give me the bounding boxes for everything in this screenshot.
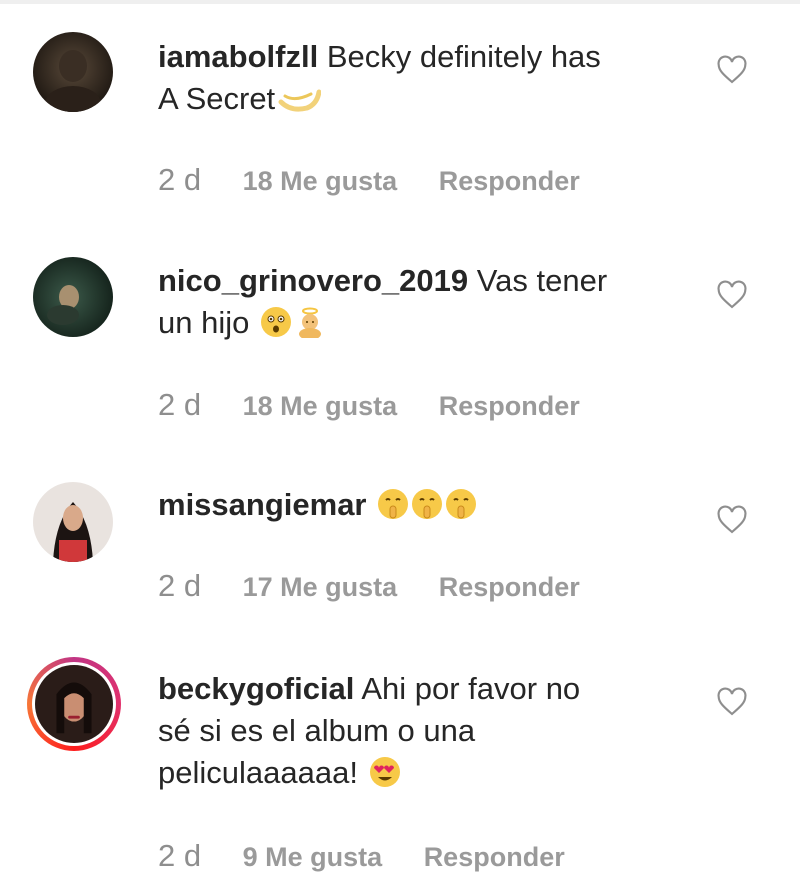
- shushing-face-emoji: [445, 488, 477, 520]
- comment-text: Ahi por favor no: [361, 671, 581, 706]
- comment-body: missangiemar: [158, 484, 678, 526]
- shushing-face-emoji: [377, 488, 409, 520]
- comment-likes[interactable]: 9 Me gusta: [243, 842, 383, 873]
- top-divider: [0, 0, 800, 4]
- baby-angel-emoji: [294, 306, 326, 338]
- astonished-face-emoji: [260, 306, 292, 338]
- comment-likes[interactable]: 18 Me gusta: [243, 391, 398, 422]
- comment-text: Vas tener: [476, 263, 608, 298]
- comment-meta: 2 d 17 Me gusta Responder: [158, 568, 614, 604]
- heart-eyes-face-emoji: [369, 756, 401, 788]
- reply-button[interactable]: Responder: [439, 166, 580, 197]
- comment-text: peliculaaaaaa!: [158, 755, 358, 790]
- comment-text: A Secret: [158, 81, 276, 116]
- comment-time: 2 d: [158, 162, 202, 197]
- like-heart-icon[interactable]: [716, 55, 748, 85]
- shushing-face-emoji: [411, 488, 443, 520]
- like-heart-icon[interactable]: [716, 505, 748, 535]
- comment-text: Becky definitely has: [326, 39, 601, 74]
- reply-button[interactable]: Responder: [439, 391, 580, 422]
- comment-body: iamabolfzll Becky definitely has A Secre…: [158, 36, 678, 120]
- comment-likes[interactable]: 18 Me gusta: [243, 166, 398, 197]
- comment-time: 2 d: [158, 568, 202, 603]
- avatar[interactable]: [33, 482, 113, 562]
- waving-hand-emoji: [277, 82, 322, 114]
- comment-username[interactable]: nico_grinovero_2019: [158, 263, 468, 298]
- avatar-story-ring[interactable]: [27, 657, 121, 751]
- comment-body: beckygoficial Ahi por favor no sé si es …: [158, 668, 678, 794]
- like-heart-icon[interactable]: [716, 687, 748, 717]
- avatar[interactable]: [33, 257, 113, 337]
- comment-text: sé si es el album o una: [158, 713, 476, 748]
- comment-body: nico_grinovero_2019 Vas tener un hijo: [158, 260, 678, 344]
- comment-meta: 2 d 18 Me gusta Responder: [158, 162, 614, 198]
- avatar: [32, 662, 116, 746]
- avatar[interactable]: [33, 32, 113, 112]
- reply-button[interactable]: Responder: [424, 842, 565, 873]
- comment-meta: 2 d 18 Me gusta Responder: [158, 387, 614, 423]
- comment-likes[interactable]: 17 Me gusta: [243, 572, 398, 603]
- comment-username[interactable]: iamabolfzll: [158, 39, 318, 74]
- comment-meta: 2 d 9 Me gusta Responder: [158, 838, 599, 874]
- comment-username[interactable]: beckygoficial: [158, 671, 354, 706]
- like-heart-icon[interactable]: [716, 280, 748, 310]
- comment-time: 2 d: [158, 387, 202, 422]
- comment-username[interactable]: missangiemar: [158, 487, 367, 522]
- comment-text: un hijo: [158, 305, 250, 340]
- comment-time: 2 d: [158, 838, 202, 873]
- reply-button[interactable]: Responder: [439, 572, 580, 603]
